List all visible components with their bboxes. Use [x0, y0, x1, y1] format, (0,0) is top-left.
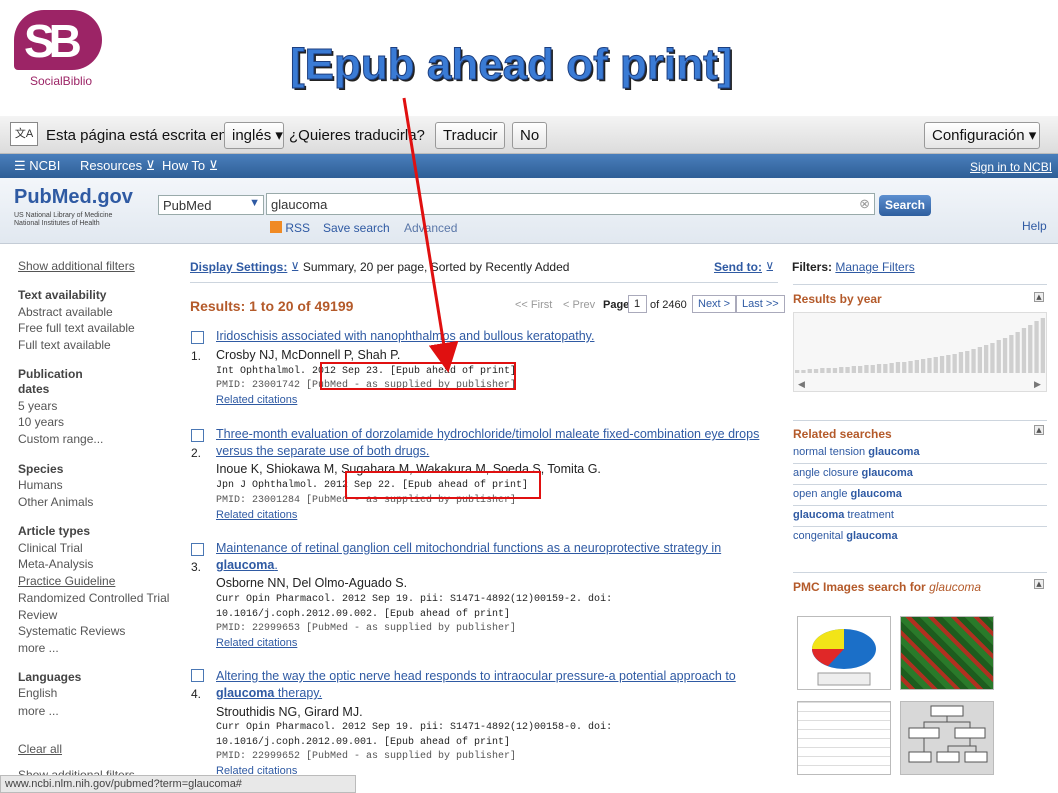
status-bar-url: www.ncbi.nlm.nih.gov/pubmed?term=glaucom…: [0, 775, 356, 793]
slide: SB SocialBiblio [Epub ahead of print] 文A…: [0, 0, 1058, 793]
annotation-arrow: [402, 97, 459, 373]
